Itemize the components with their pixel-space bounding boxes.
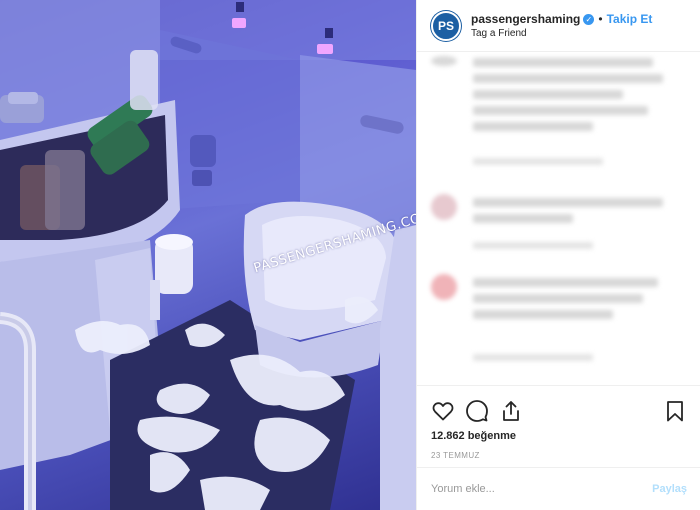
comment-icon[interactable] <box>465 399 489 423</box>
comment-meta-blurred <box>473 354 593 361</box>
comment-avatar <box>431 56 457 66</box>
heart-icon[interactable] <box>431 399 455 423</box>
post-header: PS passengershaming ✓ • Takip Et Tag a F… <box>417 0 700 52</box>
comment-text-blurred <box>473 278 658 287</box>
bookmark-icon[interactable] <box>663 399 687 423</box>
comment-form: Paylaş <box>417 467 700 510</box>
comment-text-blurred <box>473 294 643 303</box>
comment-text-blurred <box>473 122 593 131</box>
comment-text-blurred <box>473 198 663 207</box>
post-comment-button[interactable]: Paylaş <box>652 483 687 495</box>
separator-dot: • <box>598 12 603 26</box>
share-icon[interactable] <box>499 399 523 423</box>
post-date[interactable]: 23 TEMMUZ <box>417 442 700 460</box>
comment-avatar <box>431 194 457 220</box>
comment-text-blurred <box>473 214 573 223</box>
follow-button[interactable]: Takip Et <box>607 12 653 26</box>
avatar[interactable]: PS <box>431 10 461 41</box>
comment-meta-blurred <box>473 158 603 165</box>
comment-text-blurred <box>473 74 663 83</box>
post-subtitle: Tag a Friend <box>471 28 527 39</box>
comment-meta-blurred <box>473 242 593 249</box>
comment-text-blurred <box>473 106 648 115</box>
comment-input[interactable] <box>431 483 653 495</box>
action-icons-row <box>417 386 700 426</box>
verified-badge-icon: ✓ <box>583 13 595 25</box>
header-text: passengershaming ✓ • Takip Et Tag a Frie… <box>471 12 652 39</box>
username-link[interactable]: passengershaming <box>471 12 580 26</box>
post-sidebar: PS passengershaming ✓ • Takip Et Tag a F… <box>416 0 700 510</box>
comment-text-blurred <box>473 90 623 99</box>
comment-text-blurred <box>473 58 653 67</box>
likes-count[interactable]: 12.862 beğenme <box>417 426 700 442</box>
comment-avatar <box>431 274 457 300</box>
post-photo[interactable]: PASSENGERSHAMING.COM <box>0 0 416 510</box>
lavatory-photo-illustration <box>0 0 416 510</box>
comments-list <box>417 52 700 385</box>
header-row: passengershaming ✓ • Takip Et <box>471 12 652 26</box>
comment-text-blurred <box>473 310 613 319</box>
